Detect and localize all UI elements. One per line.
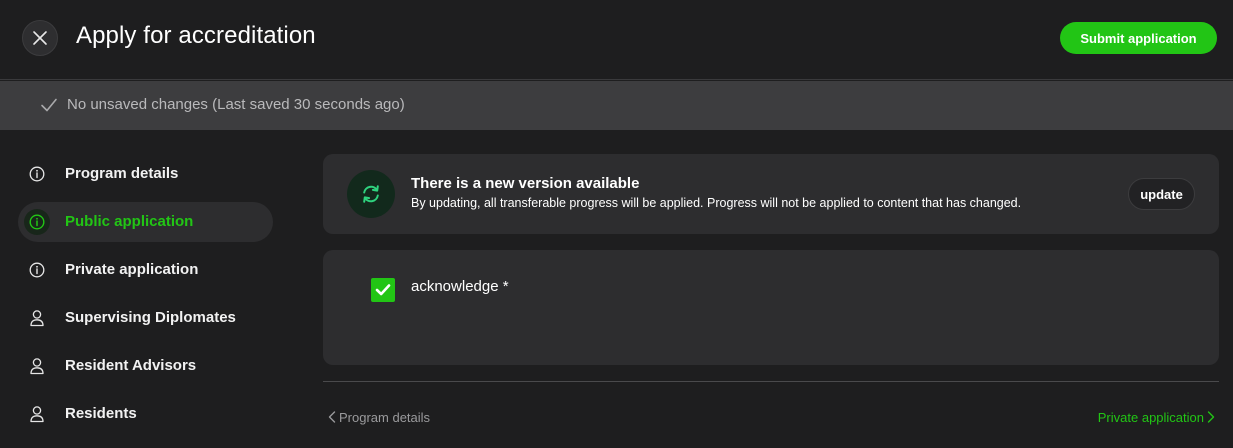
sync-icon-badge xyxy=(347,170,395,218)
update-button[interactable]: update xyxy=(1128,178,1195,210)
sidebar-item-residents[interactable]: Residents xyxy=(18,394,273,434)
info-icon xyxy=(28,261,46,279)
next-section-label: Private application xyxy=(1097,409,1204,425)
person-icon xyxy=(28,309,46,327)
sync-icon xyxy=(363,185,379,203)
page-title: Apply for accreditation xyxy=(76,22,316,49)
chevron-left-icon xyxy=(328,411,336,423)
previous-section-label: Program details xyxy=(339,409,431,425)
info-icon xyxy=(24,209,50,235)
sidebar-item-program-details[interactable]: Program details xyxy=(18,154,273,194)
checkmark-icon xyxy=(375,284,391,296)
acknowledge-checkbox[interactable] xyxy=(371,278,395,302)
close-icon xyxy=(33,31,47,45)
info-icon xyxy=(28,165,46,183)
sidebar: Program details Public application Priva… xyxy=(0,130,300,448)
submit-application-button[interactable]: Submit application xyxy=(1060,22,1217,54)
save-status-bar: No unsaved changes (Last saved 30 second… xyxy=(0,81,1233,130)
next-section-link[interactable]: Private application xyxy=(1098,408,1215,426)
sidebar-item-supervising-diplomates[interactable]: Supervising Diplomates xyxy=(18,298,273,338)
person-icon xyxy=(28,357,46,375)
acknowledge-card: acknowledge * xyxy=(323,250,1219,365)
divider xyxy=(323,381,1219,382)
previous-section-link[interactable]: Program details xyxy=(328,408,430,426)
check-icon xyxy=(41,98,57,112)
sidebar-item-label: Public application xyxy=(65,213,194,230)
sidebar-item-label: Private application xyxy=(65,261,199,278)
sidebar-item-private-application[interactable]: Private application xyxy=(18,250,273,290)
header: Apply for accreditation Submit applicati… xyxy=(0,0,1233,80)
sidebar-item-resident-advisors[interactable]: Resident Advisors xyxy=(18,346,273,386)
sidebar-item-label: Supervising Diplomates xyxy=(65,309,236,326)
update-notice-title: There is a new version available xyxy=(411,175,640,192)
sidebar-item-public-application[interactable]: Public application xyxy=(18,202,273,242)
person-icon xyxy=(28,405,46,423)
sidebar-item-label: Resident Advisors xyxy=(65,357,197,374)
save-status-text: No unsaved changes (Last saved 30 second… xyxy=(67,96,405,113)
sidebar-item-label: Program details xyxy=(65,165,179,182)
update-notice-description: By updating, all transferable progress w… xyxy=(411,196,1022,210)
acknowledge-label: acknowledge * xyxy=(411,278,509,295)
update-notice-card: There is a new version available By upda… xyxy=(323,154,1219,234)
close-button[interactable] xyxy=(22,20,58,56)
chevron-right-icon xyxy=(1207,411,1215,423)
sidebar-item-label: Residents xyxy=(65,405,137,422)
